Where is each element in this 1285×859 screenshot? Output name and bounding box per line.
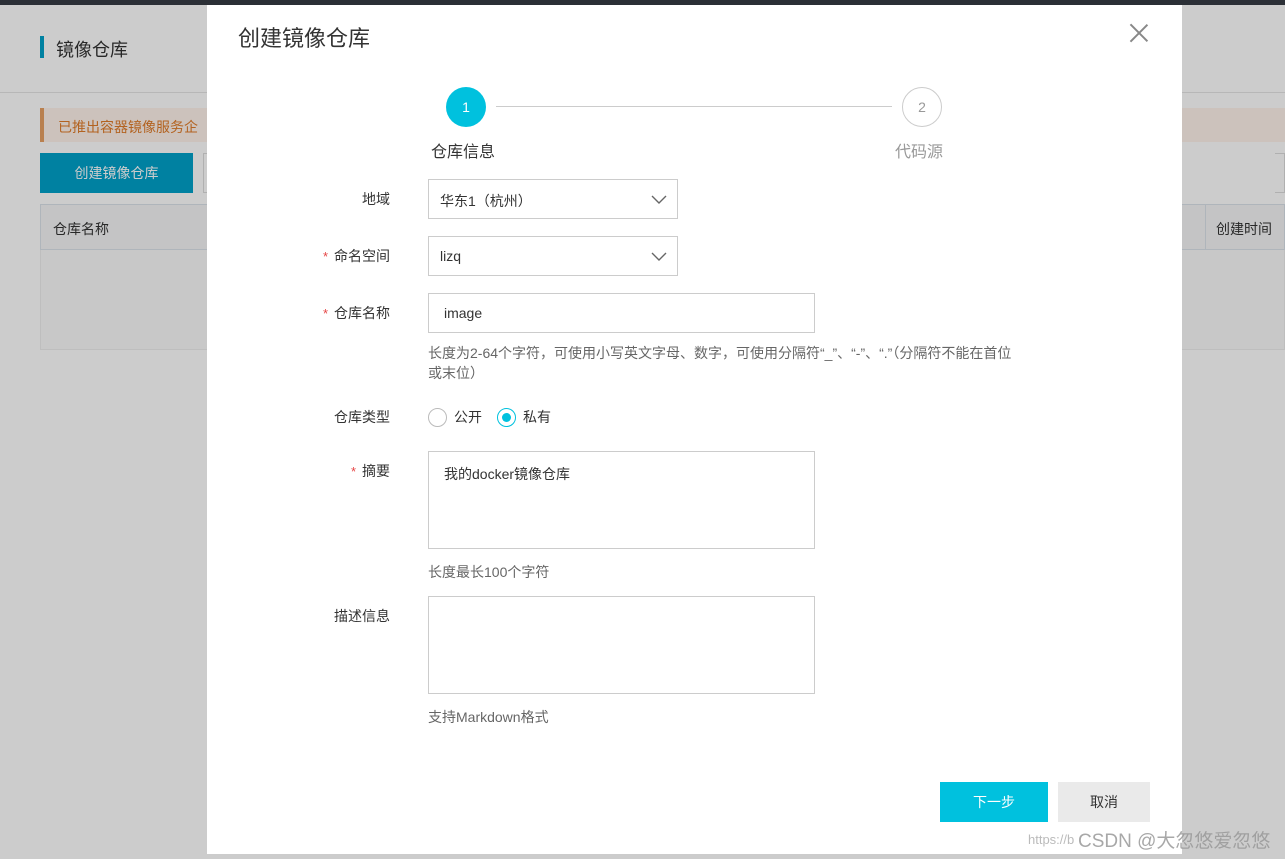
repo-name-hint-line-2: 或末位） <box>428 365 484 381</box>
chevron-down-icon <box>651 195 667 204</box>
summary-label: * 摘要 <box>270 461 390 481</box>
region-label-text: 地域 <box>362 191 390 207</box>
cancel-button[interactable]: 取消 <box>1058 782 1150 822</box>
repo-name-hint-line-1: 长度为2-64个字符，可使用小写英文字母、数字，可使用分隔符“_”、“-”、“.… <box>428 345 1012 361</box>
radio-private[interactable] <box>497 407 516 427</box>
next-step-button[interactable]: 下一步 <box>940 782 1048 822</box>
step-connector <box>496 106 892 107</box>
repo-name-label: * 仓库名称 <box>270 303 390 323</box>
region-label: 地域 <box>270 189 390 209</box>
close-icon[interactable] <box>1127 21 1151 45</box>
repo-type-radio-group: 公开 私有 <box>428 407 566 427</box>
watermark-url: https://b <box>1028 832 1075 847</box>
radio-public-label[interactable]: 公开 <box>454 407 482 427</box>
summary-hint: 长度最长100个字符 <box>428 564 550 580</box>
namespace-label-text: 命名空间 <box>334 248 390 264</box>
step-1-indicator: 1 <box>446 87 486 127</box>
description-textarea[interactable] <box>428 596 815 694</box>
required-mark: * <box>322 306 328 321</box>
namespace-select[interactable]: lizq <box>428 236 678 276</box>
region-value: 华东1（杭州） <box>440 193 532 209</box>
description-hint: 支持Markdown格式 <box>428 709 549 725</box>
summary-textarea[interactable]: 我的docker镜像仓库 <box>428 451 815 549</box>
region-select[interactable]: 华东1（杭州） <box>428 179 678 219</box>
create-repo-dialog: 创建镜像仓库 1 2 仓库信息 代码源 地域 华东1（杭州） * 命名空间 liz… <box>207 5 1182 854</box>
radio-private-label[interactable]: 私有 <box>523 407 551 427</box>
radio-public[interactable] <box>428 407 447 427</box>
repo-name-hint: 长度为2-64个字符，可使用小写英文字母、数字，可使用分隔符“_”、“-”、“.… <box>428 343 1078 383</box>
description-label: 描述信息 <box>270 606 390 626</box>
watermark: CSDN @大忽悠爱忽悠 <box>1078 831 1271 852</box>
summary-label-text: 摘要 <box>362 463 390 479</box>
repo-type-label-text: 仓库类型 <box>334 409 390 425</box>
namespace-value: lizq <box>440 248 462 264</box>
namespace-label: * 命名空间 <box>270 246 390 266</box>
repo-name-label-text: 仓库名称 <box>334 305 390 321</box>
chevron-down-icon <box>651 252 667 261</box>
required-mark: * <box>322 249 328 264</box>
required-mark: * <box>350 464 356 479</box>
description-label-text: 描述信息 <box>334 608 390 624</box>
dialog-title: 创建镜像仓库 <box>238 26 371 51</box>
step-2-label: 代码源 <box>895 144 944 161</box>
repo-type-label: 仓库类型 <box>270 407 390 427</box>
step-2-indicator: 2 <box>902 87 942 127</box>
step-1-label: 仓库信息 <box>431 144 496 161</box>
repo-name-input[interactable] <box>428 293 815 333</box>
